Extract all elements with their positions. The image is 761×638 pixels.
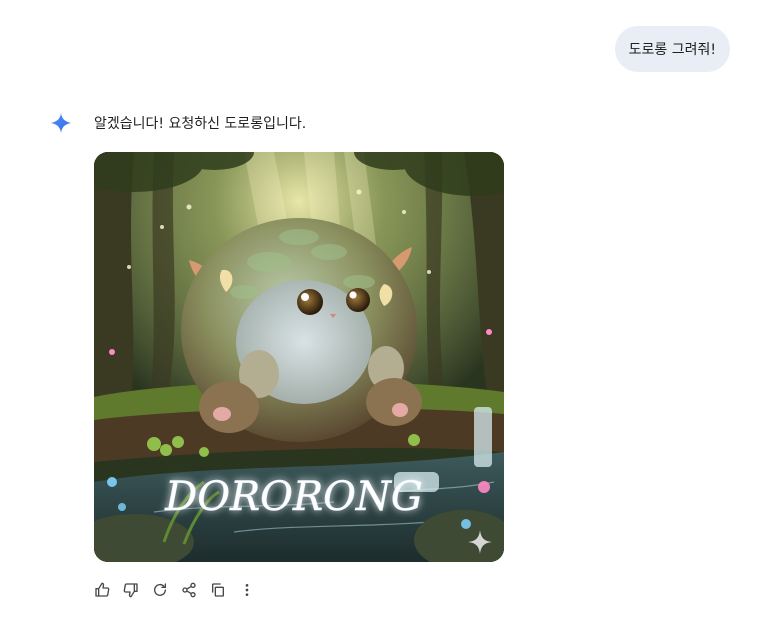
image-caption: DORORONG xyxy=(164,474,423,520)
regenerate-button[interactable] xyxy=(150,580,170,600)
thumb-up-icon xyxy=(95,582,110,597)
share-icon xyxy=(182,582,196,598)
copy-icon xyxy=(212,583,224,597)
regenerate-icon xyxy=(154,583,166,596)
user-message-text: 도로롱 그려줘! xyxy=(628,42,716,58)
thumb-down-button[interactable] xyxy=(121,580,141,600)
generated-image[interactable]: DORORONG xyxy=(94,152,504,562)
user-message-bubble: 도로롱 그려줘! xyxy=(614,26,730,72)
dororong-illustration: DORORONG xyxy=(94,152,504,562)
more-options-button[interactable] xyxy=(237,580,257,600)
more-vert-icon xyxy=(245,584,249,596)
share-button[interactable] xyxy=(179,580,199,600)
thumb-up-button[interactable] xyxy=(92,580,112,600)
response-actions xyxy=(92,580,257,600)
copy-button[interactable] xyxy=(208,580,228,600)
thumb-down-icon xyxy=(123,583,138,598)
model-reply-text: 알겠습니다! 요청하신 도로롱입니다. xyxy=(94,116,307,132)
gemini-spark-icon xyxy=(50,112,72,134)
